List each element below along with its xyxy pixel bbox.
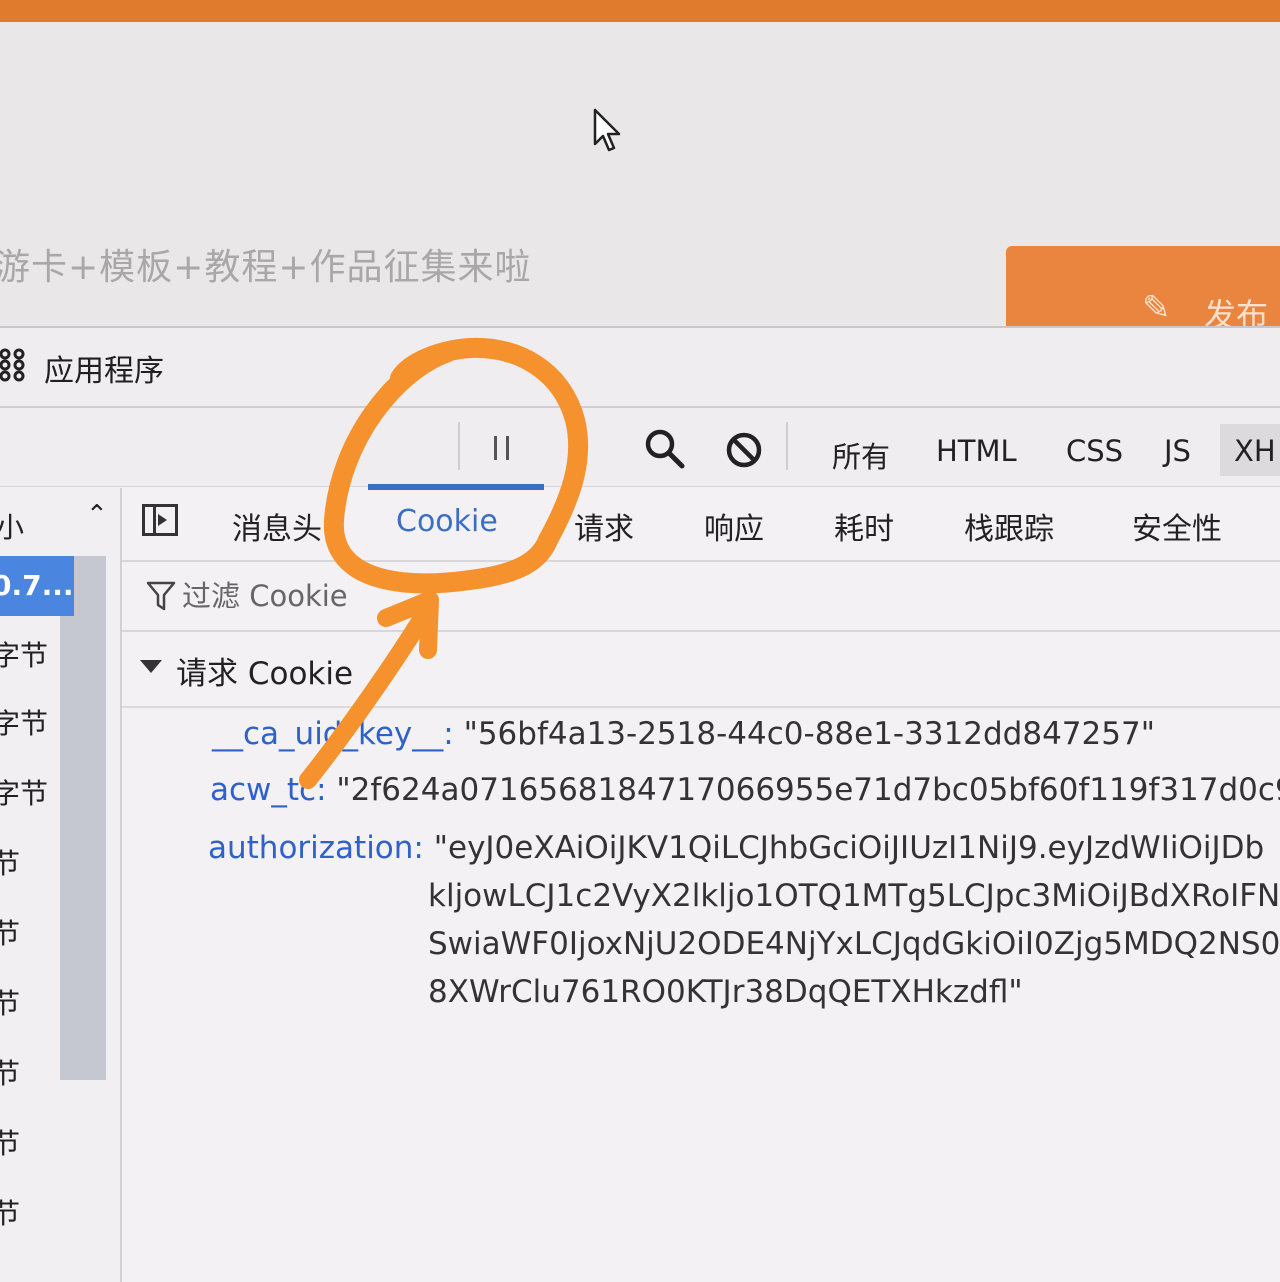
search-icon[interactable]	[642, 426, 686, 470]
more-options-icon[interactable]: •	[566, 430, 579, 455]
request-row[interactable]: 节	[0, 1184, 60, 1244]
request-list-scrollbar[interactable]	[60, 556, 106, 1080]
request-row[interactable]: 节	[0, 1044, 60, 1104]
toggle-panel-icon[interactable]	[142, 504, 178, 536]
devtools-titlebar: 应用程序	[0, 328, 1280, 408]
request-row[interactable]: 节	[0, 904, 60, 964]
request-row[interactable]: 字节	[0, 694, 60, 754]
request-cookies-section[interactable]: 请求 Cookie	[122, 632, 1280, 708]
sort-up-icon[interactable]: ⌃	[86, 500, 108, 530]
page-top-bar	[0, 0, 1280, 22]
edit-icon: ✎	[1142, 288, 1171, 328]
request-row[interactable]: 字节	[0, 626, 60, 686]
cookie-filter-input[interactable]	[182, 574, 782, 618]
mouse-cursor-icon	[593, 108, 621, 152]
cookie-row[interactable]: __ca_uid_key__: "56bf4a13-2518-44c0-88e1…	[212, 716, 1155, 752]
tab-cookies[interactable]: Cookie	[396, 504, 498, 539]
tab-stack-trace[interactable]: 栈跟踪	[964, 504, 1054, 548]
publish-button[interactable]: ✎ 发布	[1006, 246, 1280, 336]
section-title: 请求 Cookie	[176, 656, 354, 692]
request-row[interactable]: 字节	[0, 764, 60, 824]
active-tab-indicator	[368, 484, 544, 490]
filter-css[interactable]: CSS	[1066, 434, 1123, 468]
filter-js[interactable]: JS	[1164, 434, 1191, 468]
cookie-value-continued: kljowLCJ1c2VyX2lkljo1OTQ1MTg5LCJpc3MiOiJ…	[428, 878, 1280, 914]
tab-security[interactable]: 安全性	[1132, 504, 1222, 548]
network-toolbar: • 所有 HTML CSS JS XH	[0, 408, 1280, 487]
page-banner-text[interactable]: 游卡+模板+教程+作品征集来啦	[0, 238, 532, 290]
tab-headers[interactable]: 消息头	[232, 504, 322, 548]
cookie-row[interactable]: authorization: "eyJ0eXAiOiJKV1QiLCJhbGci…	[208, 830, 1264, 866]
detail-tab-bar: 消息头 Cookie 请求 响应 耗时 栈跟踪 安全性	[122, 484, 1280, 562]
cookie-name: authorization:	[208, 830, 424, 866]
request-detail-panel: 消息头 Cookie 请求 响应 耗时 栈跟踪 安全性 请求 Cookie __…	[122, 484, 1280, 1282]
devtools-title: 应用程序	[44, 354, 164, 389]
request-row-selected[interactable]: 0.7...	[0, 556, 74, 616]
clear-log-icon[interactable]	[724, 430, 764, 470]
filter-icon	[146, 581, 176, 611]
cookie-value: "2f624a0716568184717066955e71d7bc05bf60f…	[336, 772, 1280, 808]
cookie-value-continued: SwiaWF0IjoxNjU2ODE4NjYxLCJqdGkiOiI0Zjg5M…	[428, 926, 1280, 962]
size-column-header[interactable]: 小	[0, 506, 24, 546]
pause-icon[interactable]	[484, 428, 524, 468]
cookie-value-continued: 8XWrClu761RO0KTJr38DqQETXHkzdfl"	[428, 974, 1023, 1010]
devtools-panel: 应用程序 • 所有 HTML CSS JS XH 小 ⌃ 0.7... 字节 字…	[0, 326, 1280, 1282]
filter-html[interactable]: HTML	[936, 434, 1017, 468]
filter-all[interactable]: 所有	[832, 434, 890, 476]
request-row[interactable]: 节	[0, 834, 60, 894]
tab-request[interactable]: 请求	[574, 504, 634, 548]
cookie-name: __ca_uid_key__:	[212, 716, 454, 752]
request-row[interactable]: 节	[0, 974, 60, 1034]
tab-timings[interactable]: 耗时	[834, 504, 894, 548]
apps-grid-icon[interactable]	[0, 344, 26, 384]
cookie-value: "eyJ0eXAiOiJKV1QiLCJhbGciOiJIUzI1NiJ9.ey…	[433, 830, 1265, 866]
request-list-header: 小 ⌃	[0, 488, 120, 556]
tab-response[interactable]: 响应	[704, 504, 764, 548]
request-row[interactable]: 节	[0, 1114, 60, 1174]
cookie-value: "56bf4a13-2518-44c0-88e1-3312dd847257"	[463, 716, 1155, 752]
request-list: 小 ⌃ 0.7... 字节 字节 字节 节 节 节 节 节 节	[0, 488, 122, 1282]
collapse-arrow-icon[interactable]	[140, 660, 162, 673]
toolbar-divider	[458, 422, 460, 470]
cookie-name: acw_tc:	[210, 772, 327, 808]
cookie-row[interactable]: acw_tc: "2f624a0716568184717066955e71d7b…	[210, 772, 1280, 808]
cookie-filter-row	[122, 562, 1280, 632]
toolbar-divider	[786, 422, 788, 470]
filter-xhr[interactable]: XH	[1220, 424, 1280, 476]
